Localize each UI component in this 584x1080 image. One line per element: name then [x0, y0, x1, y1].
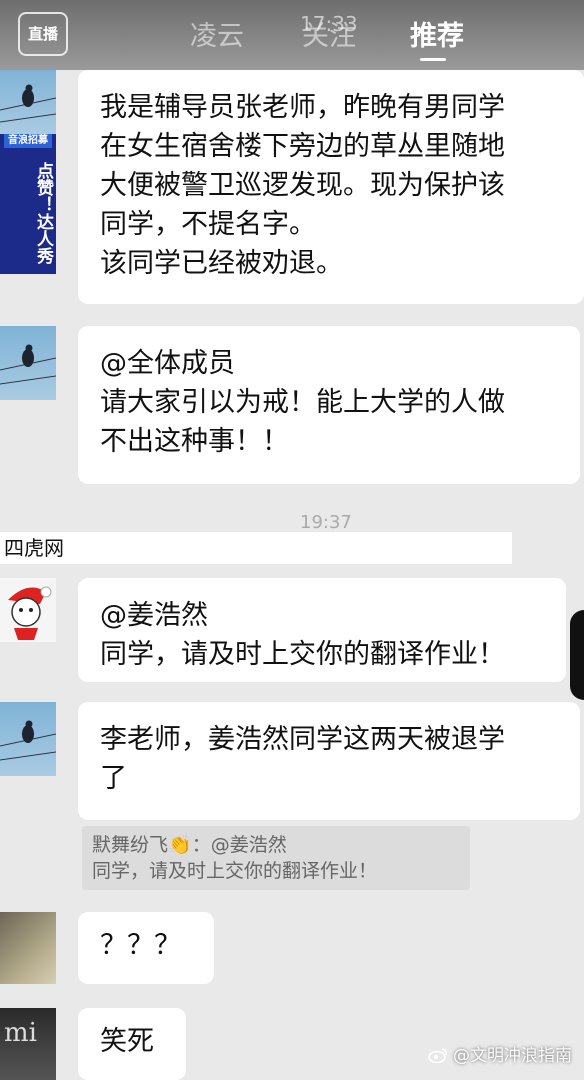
chat-bubble[interactable]: 我是辅导员张老师，昨晚有男同学 在女生宿舍楼下旁边的草丛里随地 大便被警卫巡逻发…	[78, 70, 584, 304]
chat-bubble[interactable]: ？？？	[78, 912, 214, 984]
cartoon-santa-icon	[8, 586, 52, 640]
weibo-icon	[427, 1048, 447, 1063]
chat-bubble[interactable]: @全体成员 请大家引以为戒！能上大学的人做 不出这种事！！	[78, 326, 580, 484]
message-line: 了	[100, 763, 127, 794]
credit-text: @文明冲浪指南	[453, 1046, 572, 1066]
active-tab-indicator	[420, 58, 446, 61]
message-line: 请大家引以为戒！能上大学的人做	[100, 387, 505, 418]
message-line: 该同学已经被劝退。	[100, 248, 343, 279]
clap-emoji-icon: 👏	[168, 834, 192, 856]
mention-user: @姜浩然	[100, 600, 208, 631]
bird-on-wire-icon	[0, 344, 56, 385]
chat-bubble[interactable]: @姜浩然 同学，请及时上交你的翻译作业！	[78, 578, 566, 682]
message-line: ？？？	[100, 930, 181, 961]
chat-bubble[interactable]: 李老师，姜浩然同学这两天被退学 了	[78, 702, 580, 820]
bird-on-wire-icon	[0, 84, 56, 123]
promo-tag: 音浪招募	[4, 134, 52, 148]
avatar[interactable]: mi	[0, 1008, 56, 1080]
live-logo[interactable]: 直播	[18, 12, 68, 56]
tab-following[interactable]: 关注	[302, 14, 356, 53]
avatar[interactable]	[0, 912, 56, 984]
quote-author: 默舞纷飞	[92, 834, 169, 856]
message-line: 在女生宿舍楼下旁边的草丛里随地	[100, 131, 505, 162]
message-line: 同学，不提名字。	[100, 209, 316, 240]
promo-banner[interactable]: 音浪招募 点赞！达人秀	[0, 134, 56, 274]
avatar[interactable]	[0, 578, 56, 642]
quoted-message[interactable]: 默舞纷飞👏：@姜浩然 同学，请及时上交你的翻译作业！	[82, 826, 470, 890]
promo-text: 点赞！达人秀	[33, 162, 53, 264]
avatar[interactable]	[0, 702, 56, 776]
mention-all: @全体成员	[100, 348, 235, 379]
message-line: 不出这种事！！	[100, 426, 289, 457]
message-line: 笑死	[100, 1026, 154, 1057]
tab-lingyun[interactable]: 凌云	[190, 14, 244, 53]
message-line: 我是辅导员张老师，昨晚有男同学	[100, 92, 505, 123]
message-line: 大便被警卫巡逻发现。现为保护该	[100, 170, 505, 201]
avatar-text: mi	[4, 1018, 37, 1048]
message-line: 李老师，姜浩然同学这两天被退学	[100, 724, 505, 755]
top-nav-bar: 直播 凌云 17:33 关注 推荐	[0, 0, 584, 70]
quote-mention: ：@姜浩然	[191, 834, 287, 856]
bird-on-wire-icon	[0, 720, 56, 761]
site-watermark: 四虎网	[0, 532, 512, 564]
message-line: 同学，请及时上交你的翻译作业！	[100, 639, 505, 670]
chat-bubble[interactable]: 笑死	[78, 1008, 186, 1080]
tab-recommended[interactable]: 推荐	[410, 14, 464, 53]
avatar[interactable]	[0, 70, 56, 134]
quote-body: 同学，请及时上交你的翻译作业！	[92, 860, 378, 882]
chat-timestamp: 19:37	[300, 512, 352, 533]
avatar[interactable]	[0, 326, 56, 400]
weibo-credit: @文明冲浪指南	[427, 1041, 572, 1066]
edge-decoration	[570, 610, 584, 700]
